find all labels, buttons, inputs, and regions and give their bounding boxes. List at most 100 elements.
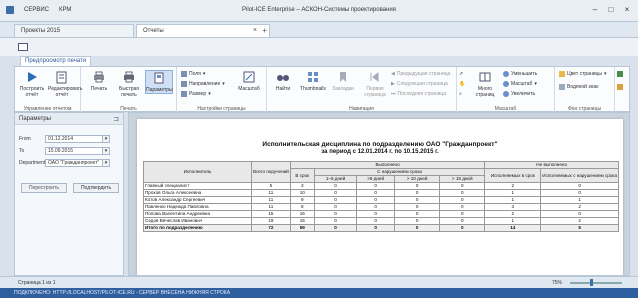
magnifier-icon: ⌕ xyxy=(459,91,462,97)
prev-page-icon: ◀ xyxy=(391,71,395,77)
maximize-button[interactable]: □ xyxy=(606,5,616,14)
hand-icon: ✋ xyxy=(459,81,466,87)
zoom-out-button[interactable]: Уменьшить xyxy=(503,71,537,77)
department-select[interactable]: ОАО "Гражданпроект" xyxy=(45,159,103,167)
header-in-progress: Исполняемых в срок xyxy=(484,168,542,183)
rebuild-button[interactable]: Перестроить xyxy=(21,183,67,193)
many-pages-button[interactable]: Много страниц xyxy=(471,70,499,98)
binoculars-icon xyxy=(277,75,289,81)
table-cell: 0 xyxy=(313,196,358,204)
thumbnails-button[interactable]: Thumbnails xyxy=(299,70,327,92)
department-row: Department ОАО "Гражданпроект" ▾ xyxy=(19,159,110,167)
parameters-panel-header: Параметры ⊐ xyxy=(15,113,123,125)
table-row: Седов Вячеслав Иванович 19 15 0 0 0 0 1 2 xyxy=(143,217,619,225)
table-cell: 72 xyxy=(251,224,291,232)
magnifier-tool[interactable]: ⌕ xyxy=(459,91,462,97)
print-button[interactable]: Печать xyxy=(85,70,113,92)
tab-label: Отчеты xyxy=(143,28,164,34)
table-cell: 2 xyxy=(484,182,542,190)
table-cell: 0 xyxy=(439,210,486,218)
next-page-button[interactable]: ▶ Следующая страница xyxy=(391,81,448,87)
table-cell: 0 xyxy=(313,224,358,232)
pointer-tool[interactable]: ➚ xyxy=(459,71,463,77)
table-cell: 1 xyxy=(484,217,542,225)
zoom-in-button[interactable]: Увеличить xyxy=(503,91,535,97)
close-button[interactable]: × xyxy=(622,5,632,14)
orientation-dropdown[interactable]: Направление ▾ xyxy=(181,81,225,87)
hand-tool[interactable]: ✋ xyxy=(459,81,465,87)
zoom-dropdown[interactable]: Масштаб ▾ xyxy=(503,81,537,87)
table-cell: 0 xyxy=(356,182,396,190)
last-page-button[interactable]: ⏭ Последняя страница xyxy=(391,91,446,97)
table-row: Попова Валентина Андреевна 15 16 0 0 0 0 2 0 xyxy=(143,210,619,218)
zoom-icon xyxy=(503,81,509,87)
to-date-field[interactable]: 15.09.2015 xyxy=(45,147,103,155)
email-icon xyxy=(617,84,623,90)
table-cell: 0 xyxy=(394,189,441,197)
first-page-icon xyxy=(370,71,379,83)
tab-projects[interactable]: Проекты 2015 xyxy=(14,24,134,37)
bookmarks-button[interactable]: Закладки xyxy=(329,70,357,92)
header-on-time: В срок xyxy=(289,168,315,183)
table-cell: 0 xyxy=(356,224,396,232)
from-row: From 01.12.2014 ▾ xyxy=(19,135,110,143)
header-executor: Исполнитель xyxy=(143,161,252,183)
export-button[interactable] xyxy=(617,71,623,77)
quick-print-button[interactable]: Быстрая печать xyxy=(115,70,143,98)
from-date-field[interactable]: 01.12.2014 xyxy=(45,135,103,143)
table-cell: 0 xyxy=(439,196,486,204)
pin-icon[interactable]: ⊐ xyxy=(113,115,119,123)
size-dropdown[interactable]: Размер ▾ xyxy=(181,91,211,97)
submit-button[interactable]: Подтвердить xyxy=(73,183,119,193)
chevron-down-icon: ▾ xyxy=(208,91,211,97)
build-report-button[interactable]: Построить отчёт xyxy=(18,70,46,98)
calendar-dropdown-icon[interactable]: ▾ xyxy=(103,135,110,143)
cell-executor: Итого по подразделению xyxy=(143,224,252,232)
first-page-button[interactable]: Первая страница xyxy=(361,70,389,98)
margins-dropdown[interactable]: Поля ▾ xyxy=(181,71,205,77)
header-not-done: Не выполнено xyxy=(484,161,619,169)
table-cell: 5 xyxy=(251,182,291,190)
calendar-dropdown-icon[interactable]: ▾ xyxy=(103,147,110,155)
last-page-icon: ⏭ xyxy=(391,91,396,97)
scale-button[interactable]: Масштаб xyxy=(235,70,263,92)
tab-reports[interactable]: Отчеты × + xyxy=(136,24,270,37)
prev-page-button[interactable]: ◀ Предыдущая страница xyxy=(391,71,450,77)
edit-report-button[interactable]: Редактировать отчёт xyxy=(48,70,83,98)
print-params-button[interactable]: Параметры xyxy=(145,70,173,94)
chevron-down-icon[interactable]: ▾ xyxy=(103,159,110,167)
window-title: Pilot-ICE Enterprise – АСКОН-Системы про… xyxy=(242,7,396,13)
watermark-button[interactable]: Водяной знак xyxy=(559,84,598,90)
table-cell: 0 xyxy=(394,196,441,204)
table-cell: 0 xyxy=(394,203,441,211)
table-cell: 3 xyxy=(289,182,315,190)
ribbon-tab-print-preview[interactable]: Предпросмотр печати xyxy=(20,56,92,66)
orientation-icon xyxy=(181,81,187,87)
table-cell: 19 xyxy=(251,217,291,225)
table-row: Котов Александр Сергеевич 11 9 0 0 0 0 1 1 xyxy=(143,196,619,204)
header-total: Всего поручений xyxy=(251,161,291,183)
cell-executor: Попова Валентина Андреевна xyxy=(143,210,252,218)
header-violated: С нарушением срока xyxy=(313,168,486,176)
zoom-slider[interactable] xyxy=(570,282,622,284)
scale-icon xyxy=(243,71,255,83)
table-cell: 0 xyxy=(356,196,396,204)
email-button[interactable] xyxy=(617,84,623,90)
table-row: Главный специалист 5 3 0 0 0 0 2 0 xyxy=(143,182,619,190)
minimize-button[interactable]: – xyxy=(590,5,600,14)
page-settings-icon xyxy=(154,72,164,84)
table-cell: 1 xyxy=(540,196,619,204)
add-tab-icon[interactable]: + xyxy=(262,26,267,35)
find-button[interactable]: Найти xyxy=(269,70,297,92)
zoom-slider-handle[interactable] xyxy=(590,279,593,286)
next-page-icon: ▶ xyxy=(391,81,395,87)
table-cell: 11 xyxy=(251,189,291,197)
report-viewer[interactable]: Исполнительская дисциплина по подразделе… xyxy=(128,112,630,276)
layout-icon[interactable] xyxy=(18,43,28,51)
close-tab-icon[interactable]: × xyxy=(253,27,257,34)
export-icon xyxy=(617,71,623,77)
page-color-dropdown[interactable]: Цвет страницы ▾ xyxy=(559,71,606,77)
report-subtitle: за период с 12.01.2014 г. по 10.15.2015 … xyxy=(321,149,439,155)
table-cell: 0 xyxy=(540,210,619,218)
zoom-in-icon xyxy=(503,91,509,97)
